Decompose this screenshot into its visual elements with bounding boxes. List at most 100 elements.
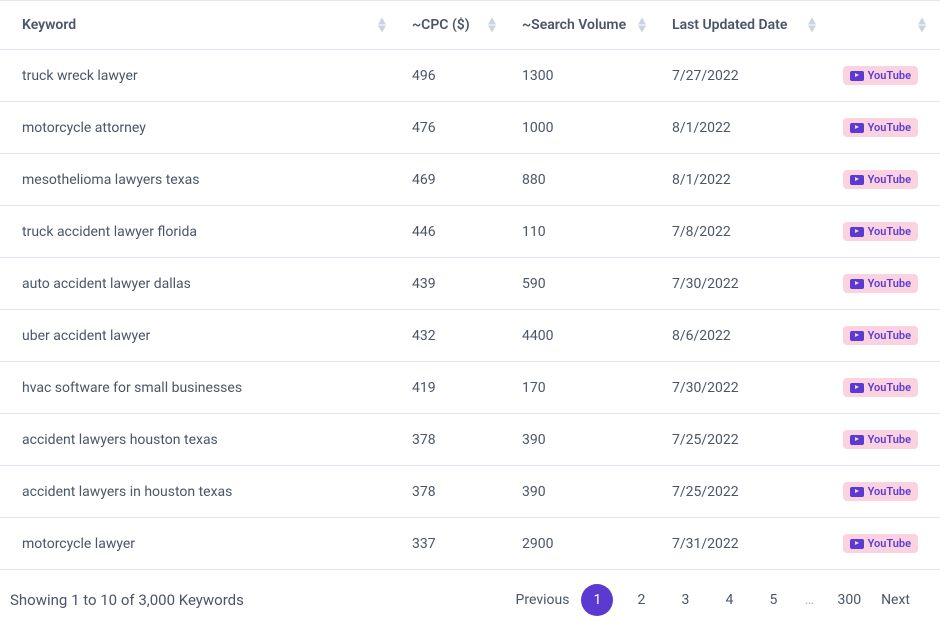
cell-cpc: 378 — [400, 466, 510, 518]
table-row: auto accident lawyer dallas4395907/30/20… — [0, 258, 940, 310]
youtube-button[interactable]: YouTube — [843, 430, 918, 449]
pagination-ellipsis: … — [793, 584, 825, 616]
header-action[interactable] — [830, 1, 940, 50]
youtube-icon — [850, 71, 864, 81]
youtube-button[interactable]: YouTube — [843, 534, 918, 553]
cell-date: 8/1/2022 — [660, 154, 830, 206]
sort-icon[interactable] — [378, 18, 386, 33]
table-row: uber accident lawyer43244008/6/2022YouTu… — [0, 310, 940, 362]
cell-keyword: truck accident lawyer florida — [0, 206, 400, 258]
header-date[interactable]: Last Updated Date — [660, 1, 830, 50]
youtube-button[interactable]: YouTube — [843, 66, 918, 85]
cell-keyword: truck wreck lawyer — [0, 50, 400, 102]
youtube-label: YouTube — [868, 433, 911, 446]
youtube-icon — [850, 175, 864, 185]
cell-date: 8/1/2022 — [660, 102, 830, 154]
cell-action: YouTube — [830, 414, 940, 466]
cell-keyword: motorcycle attorney — [0, 102, 400, 154]
cell-volume: 1300 — [510, 50, 660, 102]
header-keyword-label: Keyword — [22, 17, 76, 33]
next-button[interactable]: Next — [873, 584, 918, 616]
cell-keyword: motorcycle lawyer — [0, 518, 400, 570]
youtube-button[interactable]: YouTube — [843, 326, 918, 345]
cell-action: YouTube — [830, 362, 940, 414]
cell-action: YouTube — [830, 310, 940, 362]
youtube-button[interactable]: YouTube — [843, 482, 918, 501]
cell-volume: 170 — [510, 362, 660, 414]
cell-date: 7/30/2022 — [660, 258, 830, 310]
table-row: motorcycle attorney47610008/1/2022YouTub… — [0, 102, 940, 154]
page-button-5[interactable]: 5 — [757, 584, 789, 616]
cell-action: YouTube — [830, 206, 940, 258]
cell-volume: 390 — [510, 466, 660, 518]
cell-cpc: 476 — [400, 102, 510, 154]
cell-action: YouTube — [830, 466, 940, 518]
cell-cpc: 496 — [400, 50, 510, 102]
cell-keyword: uber accident lawyer — [0, 310, 400, 362]
cell-keyword: accident lawyers houston texas — [0, 414, 400, 466]
header-volume[interactable]: ~Search Volume — [510, 1, 660, 50]
table-footer: Showing 1 to 10 of 3,000 Keywords Previo… — [0, 570, 940, 634]
cell-volume: 590 — [510, 258, 660, 310]
page-button-2[interactable]: 2 — [625, 584, 657, 616]
cell-action: YouTube — [830, 258, 940, 310]
header-cpc-label: ~CPC ($) — [412, 17, 470, 33]
youtube-label: YouTube — [868, 485, 911, 498]
cell-date: 7/25/2022 — [660, 414, 830, 466]
cell-cpc: 419 — [400, 362, 510, 414]
sort-icon[interactable] — [918, 18, 926, 33]
cell-cpc: 446 — [400, 206, 510, 258]
sort-icon[interactable] — [488, 18, 496, 33]
page-button-1[interactable]: 1 — [581, 584, 613, 616]
youtube-label: YouTube — [868, 329, 911, 342]
cell-volume: 2900 — [510, 518, 660, 570]
previous-button[interactable]: Previous — [508, 584, 578, 616]
keyword-table: Keyword ~CPC ($) ~Search Volume — [0, 0, 940, 570]
sort-icon[interactable] — [638, 18, 646, 33]
sort-icon[interactable] — [808, 18, 816, 33]
table-row: accident lawyers houston texas3783907/25… — [0, 414, 940, 466]
cell-keyword: auto accident lawyer dallas — [0, 258, 400, 310]
cell-keyword: hvac software for small businesses — [0, 362, 400, 414]
youtube-label: YouTube — [868, 277, 911, 290]
header-volume-label: ~Search Volume — [522, 17, 626, 33]
cell-date: 7/8/2022 — [660, 206, 830, 258]
youtube-icon — [850, 383, 864, 393]
table-row: accident lawyers in houston texas3783907… — [0, 466, 940, 518]
cell-action: YouTube — [830, 50, 940, 102]
cell-cpc: 469 — [400, 154, 510, 206]
youtube-icon — [850, 123, 864, 133]
table-header-row: Keyword ~CPC ($) ~Search Volume — [0, 1, 940, 50]
youtube-icon — [850, 435, 864, 445]
youtube-button[interactable]: YouTube — [843, 118, 918, 137]
keyword-table-container: Keyword ~CPC ($) ~Search Volume — [0, 0, 940, 634]
table-row: truck accident lawyer florida4461107/8/2… — [0, 206, 940, 258]
youtube-label: YouTube — [868, 173, 911, 186]
page-button-last[interactable]: 300 — [829, 584, 869, 616]
cell-volume: 110 — [510, 206, 660, 258]
header-cpc[interactable]: ~CPC ($) — [400, 1, 510, 50]
youtube-label: YouTube — [868, 537, 911, 550]
youtube-label: YouTube — [868, 225, 911, 238]
youtube-label: YouTube — [868, 121, 911, 134]
cell-cpc: 337 — [400, 518, 510, 570]
cell-action: YouTube — [830, 102, 940, 154]
youtube-button[interactable]: YouTube — [843, 274, 918, 293]
cell-cpc: 432 — [400, 310, 510, 362]
youtube-button[interactable]: YouTube — [843, 222, 918, 241]
youtube-icon — [850, 227, 864, 237]
header-keyword[interactable]: Keyword — [0, 1, 400, 50]
table-row: hvac software for small businesses419170… — [0, 362, 940, 414]
youtube-icon — [850, 487, 864, 497]
cell-keyword: mesothelioma lawyers texas — [0, 154, 400, 206]
page-button-4[interactable]: 4 — [713, 584, 745, 616]
youtube-icon — [850, 331, 864, 341]
cell-volume: 390 — [510, 414, 660, 466]
header-date-label: Last Updated Date — [672, 17, 787, 33]
page-button-3[interactable]: 3 — [669, 584, 701, 616]
cell-date: 7/27/2022 — [660, 50, 830, 102]
cell-date: 7/30/2022 — [660, 362, 830, 414]
youtube-button[interactable]: YouTube — [843, 378, 918, 397]
cell-volume: 4400 — [510, 310, 660, 362]
youtube-button[interactable]: YouTube — [843, 170, 918, 189]
